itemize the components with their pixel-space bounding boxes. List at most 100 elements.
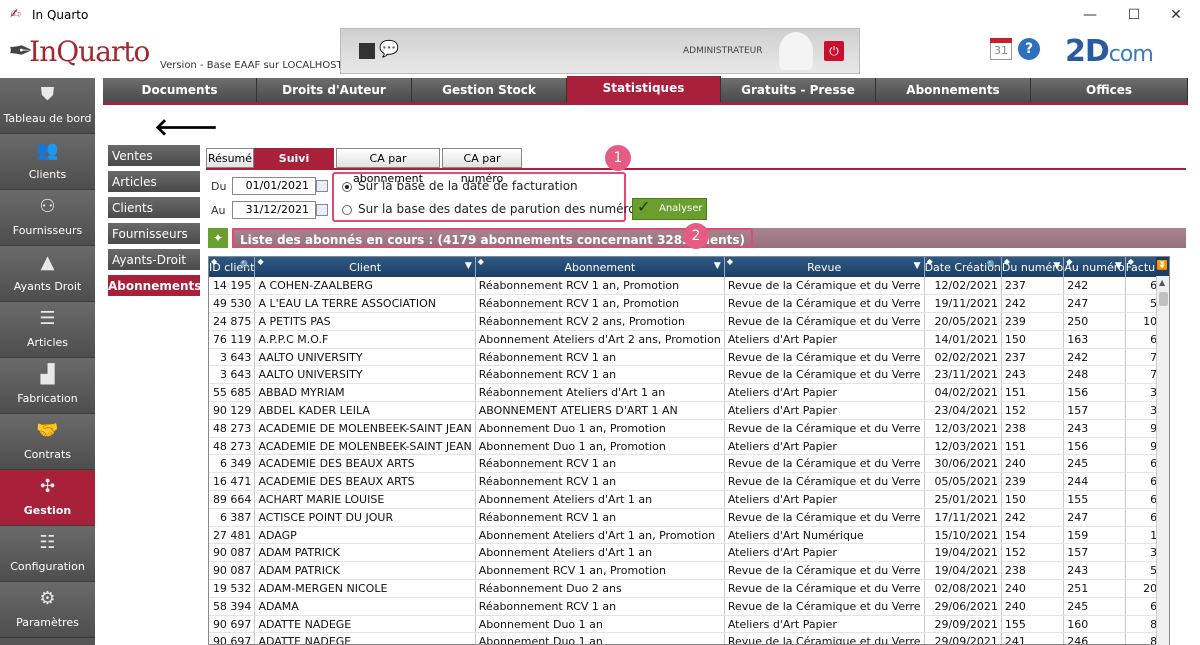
sidebar-item-ayants-droit[interactable]: ▲ Ayants Droit (0, 246, 95, 302)
from-calendar-icon[interactable] (316, 180, 328, 192)
scroll-up-icon[interactable]: ▲ (1159, 278, 1165, 287)
table-cell: 150 (1001, 490, 1065, 509)
sidebar-item-articles[interactable]: ☰ Articles (0, 302, 95, 358)
calendar-icon[interactable]: 31 (990, 38, 1012, 60)
magic-wand-icon[interactable]: ✦ (208, 228, 228, 248)
sidebar-item-fournisseurs[interactable]: ⚇ Fournisseurs (0, 190, 95, 246)
table-row[interactable]: 6 387 ACTISCE POINT DU JOUR Réabonnement R… (209, 508, 1169, 527)
filter-icon: ▼ (1114, 261, 1122, 271)
menu-ayants-droit[interactable]: Ayants-Droit (108, 249, 200, 272)
tab-documents[interactable]: Documents (103, 78, 257, 102)
subtab-resume[interactable]: Résumé (206, 148, 254, 168)
table-row[interactable]: 24 875 A PETITS PAS Réabonnement RCV 2 ans… (209, 312, 1169, 331)
table-row[interactable]: 90 087 ADAM PATRICK Abonnement RCV 1 an, P… (209, 561, 1169, 581)
tab-gestion-stock[interactable]: Gestion Stock (412, 78, 567, 102)
sidebar-item-fabrication[interactable]: ▟ Fabrication (0, 358, 95, 414)
col-revue[interactable]: ◆ Revue ▼ (724, 257, 925, 277)
scroll-thumb[interactable] (1159, 292, 1168, 306)
col-abonnement[interactable]: ◆ Abonnement ▼ (475, 257, 725, 277)
col-date-creation[interactable]: ◆ Date Création 🔍 (924, 257, 1002, 277)
table-row[interactable]: 27 481 ADAGP Abonnement Ateliers d'Art 1 a… (209, 526, 1169, 545)
table-cell: Abonnement Duo 1 an, Promotion (475, 419, 725, 438)
menu-fournisseurs[interactable]: Fournisseurs (108, 223, 200, 246)
window-title: In Quarto (32, 8, 89, 22)
table-cell: ADAM-MERGEN NICOLE (254, 579, 476, 598)
table-cell: A L'EAU LA TERRE ASSOCIATION (254, 294, 476, 314)
menu-abonnements[interactable]: Abonnements (108, 275, 201, 298)
col-id-client[interactable]: ◆ ID client 🔍 (209, 257, 256, 277)
sidebar-item-gestion[interactable]: ✣ Gestion (0, 470, 95, 526)
sidebar-item-clients[interactable]: 👥 Clients (0, 134, 95, 190)
menu-clients[interactable]: Clients (108, 197, 200, 220)
column-chooser-icon[interactable]: ⏬ (1156, 257, 1169, 276)
col-au-numero[interactable]: ◆ Au numéro ▼ (1063, 257, 1126, 277)
minimize-button[interactable]: — (1070, 3, 1110, 27)
table-cell: 16 471 (209, 472, 256, 492)
sidebar-item-contrats[interactable]: 🤝 Contrats (0, 414, 95, 470)
table-row[interactable]: 76 119 A.P.P.C M.O.F Abonnement Ateliers d… (209, 330, 1169, 349)
table-row[interactable]: 90 697 ADATTE NADEGE Abonnement Duo 1 an At… (209, 615, 1169, 634)
table-row[interactable]: 16 471 ACADEMIE DES BEAUX ARTS Réabonnemen… (209, 472, 1169, 492)
table-row[interactable]: 19 532 ADAM-MERGEN NICOLE Réabonnement Duo… (209, 579, 1169, 598)
square-icon[interactable] (359, 43, 375, 59)
tab-statistiques[interactable]: Statistiques (567, 76, 721, 103)
avatar[interactable] (779, 32, 813, 70)
callout-badge-2: 2 (683, 223, 709, 249)
table-cell: 156 (1063, 437, 1126, 456)
radio-invoice-date-label[interactable]: Sur la base de la date de facturation (358, 179, 578, 193)
table-row[interactable]: 6 349 ACADEMIE DES BEAUX ARTS Réabonnement… (209, 454, 1169, 474)
table-row[interactable]: 48 273 ACADEMIE DE MOLENBEEK-SAINT JEAN Ab… (209, 437, 1169, 456)
to-calendar-icon[interactable] (316, 204, 328, 216)
subtab-ca-par-abonnement[interactable]: CA par abonnement (336, 148, 440, 185)
table-cell: Revue de la Céramique et du Verre (724, 454, 925, 474)
chat-icon[interactable]: 💬 (379, 39, 399, 58)
table-cell: Revue de la Céramique et du Verre (724, 294, 925, 314)
menu-ventes[interactable]: Ventes (108, 145, 200, 168)
table-cell: 20/05/2021 (924, 312, 1002, 331)
col-du-numero[interactable]: ◆ Du numéro ▼ (1001, 257, 1065, 277)
table-row[interactable]: 55 685 ABBAD MYRIAM Réabonnement Ateliers … (209, 383, 1169, 403)
vertical-scrollbar[interactable]: ▲ (1156, 276, 1169, 645)
sidebar-item-parametres[interactable]: ⚙ Paramètres (0, 582, 95, 638)
from-date-input[interactable]: 01/01/2021 (232, 177, 316, 195)
table-row[interactable]: 89 664 ACHART MARIE LOUISE Abonnement Atel… (209, 490, 1169, 509)
table-row[interactable]: 90 087 ADAM PATRICK Abonnement Ateliers d'… (209, 543, 1169, 563)
radio-issue-dates-label[interactable]: Sur la base des dates de parution des nu… (358, 202, 642, 216)
table-row[interactable]: 48 273 ACADEMIE DE MOLENBEEK-SAINT JEAN Ab… (209, 419, 1169, 438)
table-row[interactable]: 90 129 ABDEL KADER LEILA ABONNEMENT ATELIE… (209, 401, 1169, 420)
table-row[interactable]: 90 697 ADATTE NADEGE Abonnement Duo 1 an Re… (209, 632, 1169, 644)
tab-abonnements[interactable]: Abonnements (876, 78, 1031, 102)
maximize-button[interactable]: ☐ (1114, 3, 1154, 27)
radio-invoice-date[interactable] (342, 182, 352, 192)
table-row[interactable]: 3 643 AALTO UNIVERSITY Réabonnement RCV 1 … (209, 348, 1169, 367)
table-cell: 155 (1063, 490, 1126, 509)
tab-droits-auteur[interactable]: Droits d'Auteur (257, 78, 412, 102)
table-cell: 237 (1001, 277, 1065, 296)
table-cell: 6 387 (209, 508, 256, 527)
table-cell: Réabonnement RCV 1 an, Promotion (475, 294, 725, 314)
subtab-ca-par-numero[interactable]: CA par numéro (442, 148, 522, 185)
radio-issue-dates[interactable] (342, 205, 352, 215)
back-arrow-icon[interactable]: 🡐 (154, 112, 218, 141)
tab-gratuits-presse[interactable]: Gratuits - Presse (721, 78, 876, 102)
menu-articles[interactable]: Articles (108, 171, 200, 194)
table-row[interactable]: 14 195 A COHEN-ZAALBERG Réabonnement RCV 1… (209, 277, 1169, 296)
subtab-suivi-abonnes[interactable]: Suivi abonnés (254, 148, 334, 185)
table-cell: ACADEMIE DE MOLENBEEK-SAINT JEAN (254, 437, 476, 456)
col-client[interactable]: ◆ Client ▼ (254, 257, 476, 277)
table-cell: 90 087 (209, 543, 256, 563)
table-cell: Revue de la Céramique et du Verre (724, 597, 925, 616)
table-row[interactable]: 49 530 A L'EAU LA TERRE ASSOCIATION Réabon… (209, 294, 1169, 314)
table-row[interactable]: 58 394 ADAMA Réabonnement RCV 1 an Revue de… (209, 597, 1169, 616)
analyse-button[interactable]: ✓ Analyser (632, 197, 707, 220)
table-cell: Abonnement Duo 1 an (475, 632, 725, 644)
table-row[interactable]: 3 643 AALTO UNIVERSITY Réabonnement RCV 1 … (209, 365, 1169, 385)
sidebar-item-configuration[interactable]: ☷ Configuration (0, 526, 95, 582)
sidebar-item-tableau-de-bord[interactable]: ⛊ Tableau de bord (0, 78, 95, 134)
tab-offices[interactable]: Offices (1031, 78, 1188, 102)
table-cell: 6 349 (209, 454, 256, 474)
power-icon[interactable]: ⏻ (824, 41, 844, 61)
close-button[interactable]: ✕ (1156, 3, 1196, 27)
to-date-input[interactable]: 31/12/2021 (232, 201, 316, 219)
help-icon[interactable]: ? (1018, 38, 1040, 60)
